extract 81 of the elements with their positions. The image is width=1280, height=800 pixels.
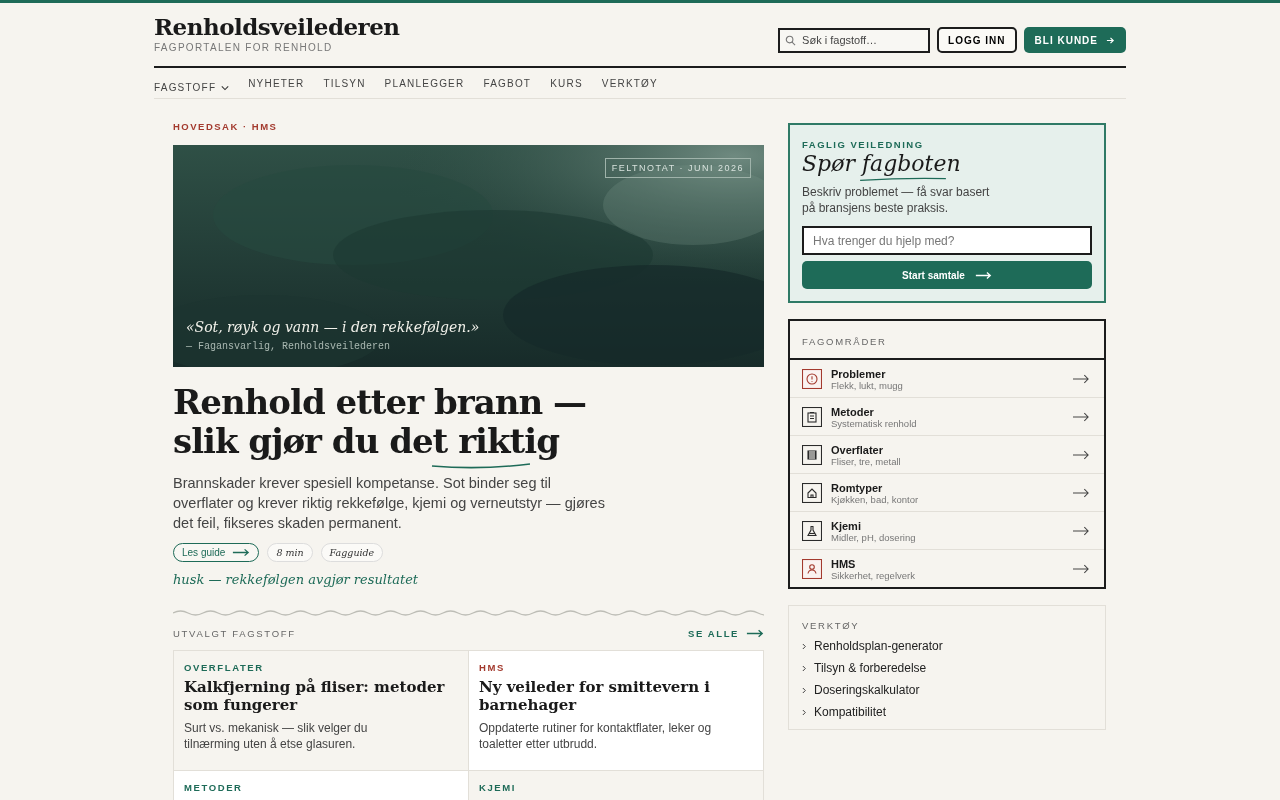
article-card[interactable]: KJEMI (469, 771, 763, 800)
arrow-icon (1073, 412, 1090, 422)
nav-link[interactable]: TILSYN (323, 78, 366, 89)
topic-name: HMS (831, 557, 857, 570)
topic-item[interactable]: Metoder Systematisk renhold (790, 398, 1104, 436)
meta-chip: 8 min (267, 543, 313, 562)
article-lead: Brannskader krever spesiell kompetanse. Sot binder seg til overflater og krever riktig rekkefølge, kjemi og verneutstyr — gjøres det feil, fikseres skaden permanent. (173, 474, 606, 533)
card-title: Ny veileder for smittevern i barnehager (479, 678, 711, 714)
card-text: Oppdaterte rutiner for kontaktflater, leker og toaletter etter utbrudd. (479, 720, 713, 752)
tool-link[interactable]: Renholdsplan-generator (802, 639, 1092, 653)
section-title: UTVALGT FAGSTOFF (173, 628, 296, 639)
panel-title: VERKTØY (802, 620, 861, 631)
topic-item[interactable]: Romtyper Kjøkken, bad, kontor (790, 474, 1104, 512)
tool-link[interactable]: Doseringskalkulator (802, 683, 1092, 697)
panel-title: FAGOMRÅDER (802, 336, 887, 347)
chevron-right-icon (802, 708, 807, 716)
question-field[interactable]: Hva trenger du hjelp med? (802, 226, 1092, 255)
panel-kicker: FAGLIG VEILEDNING (802, 139, 925, 150)
handwritten-note: husk — rekkefølgen avgjør resultatet (173, 572, 420, 587)
topic-item[interactable]: HMS Sikkerhet, regelverk (790, 550, 1104, 587)
arrow-icon (232, 548, 251, 557)
read-guide-button[interactable]: Les guide (173, 543, 260, 562)
article-title[interactable]: Renhold etter brann — slik gjør du det riktig (173, 383, 593, 461)
nav-link[interactable]: FAGSTOFF (154, 82, 230, 93)
topic-name: Overflater (831, 443, 884, 456)
tool-link[interactable]: Tilsyn & forberedelse (802, 661, 1092, 675)
section-kicker: HOVEDSAK · HMS (173, 121, 279, 132)
card-text: Surt vs. mekanisk — slik velger du tilnærming uten å etse glasuren. (184, 720, 369, 752)
topic-description: Flekk, lukt, mugg (831, 379, 904, 391)
arrow-icon (1073, 450, 1090, 460)
nav-link[interactable]: FAGBOT (483, 78, 532, 89)
category-tag: HMS (479, 662, 753, 673)
topic-name: Kjemi (831, 519, 862, 532)
arrow-icon (1073, 564, 1090, 574)
topic-item[interactable]: Kjemi Midler, pH, dosering (790, 512, 1104, 550)
chevron-right-icon (802, 686, 807, 694)
search-field[interactable]: Søk i fagstoff… (778, 27, 931, 53)
category-tag: KJEMI (479, 782, 753, 793)
nav-link[interactable]: NYHETER (248, 78, 305, 89)
article-card[interactable]: METODER (174, 771, 468, 800)
arrow-icon (974, 270, 992, 280)
topic-description: Kjøkken, bad, kontor (831, 493, 920, 505)
arrow-icon (746, 629, 764, 638)
topic-description: Sikkerhet, regelverk (831, 569, 916, 581)
arrow-icon (1073, 526, 1090, 536)
tool-link[interactable]: Kompatibilitet (802, 705, 1092, 719)
arrow-icon (1073, 488, 1090, 498)
topic-description: Systematisk renhold (831, 417, 918, 429)
quote: «Sot, røyk og vann — i den rekkefølgen.» (186, 319, 480, 335)
panel-title: Spør fagboten (802, 151, 962, 176)
meta-chip: Fagguide (320, 543, 384, 562)
panel-text: Beskriv problemet — få svar basert på bransjens beste praksis. (802, 184, 991, 216)
article-card[interactable]: OVERFLATER Kalkfjerning på fliser: metoder som fungerer Surt vs. mekanisk — slik velger du tilnærming uten å etse glasuren. (174, 651, 468, 770)
topic-description: Midler, pH, dosering (831, 531, 917, 543)
login-button[interactable]: LOGG INN (937, 27, 1017, 53)
site-logo[interactable]: Renholdsveilederen (154, 13, 400, 40)
topic-name: Romtyper (831, 481, 884, 494)
quote-attribution: — Fagansvarlig, Renholdsveilederen (186, 341, 392, 352)
signup-button[interactable]: BLI KUNDE (1023, 27, 1126, 53)
arrow-icon (1106, 35, 1115, 45)
chevron-down-icon (221, 84, 230, 91)
nav-link[interactable]: PLANLEGGER (384, 78, 465, 89)
chevron-right-icon (802, 642, 807, 650)
start-chat-button[interactable]: Start samtale (802, 261, 1092, 289)
nav-link[interactable]: VERKTØY (601, 78, 658, 89)
card-title: Kalkfjerning på fliser: metoder som fungerer (184, 678, 446, 714)
topic-name: Metoder (831, 405, 875, 418)
topic-item[interactable]: Problemer Flekk, lukt, mugg (790, 360, 1104, 398)
see-all-link[interactable]: SE ALLE (688, 628, 764, 639)
article-card[interactable]: HMS Ny veileder for smittevern i barnehager Oppdaterte rutiner for kontaktflater, leker og toaletter etter utbrudd. (469, 651, 763, 770)
category-tag: OVERFLATER (184, 662, 458, 673)
chevron-right-icon (802, 664, 807, 672)
image-tag: FELTNOTAT · JUNI 2026 (604, 158, 751, 178)
arrow-icon (1073, 374, 1090, 384)
category-tag: METODER (184, 782, 458, 793)
topic-description: Fliser, tre, metall (831, 455, 902, 467)
search-icon (785, 34, 797, 46)
topic-name: Problemer (831, 367, 887, 380)
tagline: FAGPORTALEN FOR RENHOLD (154, 42, 334, 53)
topic-item[interactable]: Overflater Fliser, tre, metall (790, 436, 1104, 474)
nav-link[interactable]: KURS (550, 78, 583, 89)
